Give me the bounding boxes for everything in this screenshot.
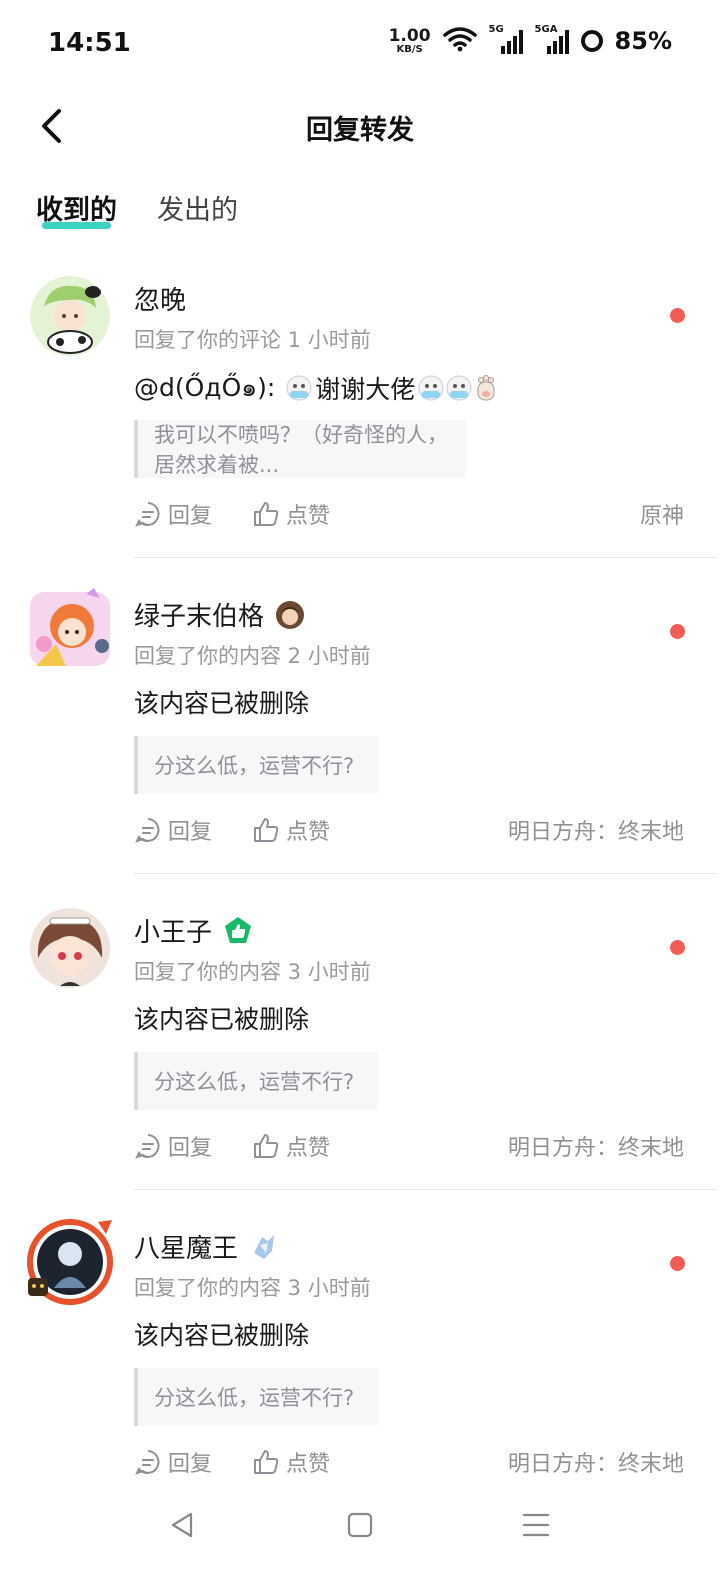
username[interactable]: 八星魔王 [134, 1228, 238, 1265]
triangle-back-icon [171, 1512, 193, 1538]
status-icons: 1.00 KB/S 5G 5GA 85% [388, 24, 672, 56]
reply-label: 回复 [168, 820, 213, 845]
reply-label: 回复 [168, 1452, 213, 1477]
comment-icon [135, 502, 160, 527]
source-game[interactable]: 明日方舟：终末地 [508, 1130, 684, 1162]
unread-dot [670, 308, 685, 323]
username[interactable]: 绿子末伯格 [134, 596, 264, 633]
source-game[interactable]: 明日方舟：终末地 [508, 1446, 684, 1478]
reply-content: 该内容已被删除 [134, 1005, 310, 1034]
battery-icon [580, 30, 603, 52]
network-speed-value: 1.00 [388, 25, 431, 46]
unread-dot [670, 624, 685, 639]
thumbs-up-icon [254, 1450, 279, 1474]
battery-level: 85% [614, 27, 672, 55]
quoted-comment[interactable]: 我可以不喷吗？（好奇怪的人，居然求着被... [134, 420, 466, 478]
thumbs-up-icon [254, 1134, 279, 1158]
comment-icon [135, 1134, 160, 1159]
unread-dot [670, 940, 685, 955]
quoted-comment[interactable]: 分这么低，运营不行? [134, 1368, 378, 1426]
verified-like-badge-icon [222, 915, 254, 947]
like-button[interactable]: 点赞 [252, 1130, 330, 1162]
quoted-comment[interactable]: 分这么低，运营不行? [134, 736, 378, 794]
tab-received[interactable]: 收到的 [36, 188, 117, 229]
like-button[interactable]: 点赞 [252, 814, 330, 846]
like-label: 点赞 [286, 1452, 331, 1477]
avatar[interactable] [24, 1216, 116, 1308]
crying-emoji-icon [417, 374, 445, 402]
username[interactable]: 忽晚 [134, 280, 186, 317]
unread-dot [670, 1256, 685, 1271]
nav-back-button[interactable] [162, 1507, 202, 1543]
wifi-icon [442, 26, 477, 56]
comment-icon [135, 818, 160, 843]
status-bar: 14:51 1.00 KB/S 5G 5GA 85% [0, 0, 720, 90]
network-speed-unit: KB/S [396, 43, 423, 55]
reply-content: @d(ŐдŐ๑): 谢谢大佬 [134, 368, 499, 408]
reply-meta: 回复了你的内容 3 小时前 [134, 1276, 371, 1300]
reply-button[interactable]: 回复 [134, 1130, 212, 1162]
quoted-comment[interactable]: 分这么低，运营不行? [134, 1052, 378, 1110]
thumbs-up-icon [254, 502, 279, 526]
system-nav-bar [0, 1495, 720, 1575]
status-time: 14:51 [48, 28, 131, 58]
tab-sent[interactable]: 发出的 [157, 188, 238, 227]
crying-emoji-icon [285, 374, 313, 402]
reply-meta: 回复了你的评论 1 小时前 [134, 328, 371, 352]
character-badge-icon [248, 1231, 280, 1263]
menu-icon [522, 1513, 550, 1537]
tab-bar: 收到的 发出的 [36, 188, 238, 229]
username[interactable]: 小王子 [134, 912, 212, 949]
divider [134, 873, 716, 874]
signal-5g-icon: 5G [489, 24, 523, 54]
reply-meta: 回复了你的内容 3 小时前 [134, 960, 371, 984]
reply-label: 回复 [168, 1136, 213, 1161]
signal-5ga-icon: 5GA [535, 24, 569, 54]
like-button[interactable]: 点赞 [252, 1446, 330, 1478]
avatar[interactable] [30, 908, 110, 988]
page-title: 回复转发 [306, 115, 414, 146]
divider [134, 557, 716, 558]
reply-label: 回复 [168, 504, 213, 529]
reply-content: 该内容已被删除 [134, 689, 310, 718]
reply-content: 该内容已被删除 [134, 1321, 310, 1350]
nav-home-button[interactable] [340, 1507, 380, 1543]
reply-button[interactable]: 回复 [134, 1446, 212, 1478]
comment-icon [135, 1450, 160, 1475]
reply-meta: 回复了你的内容 2 小时前 [134, 644, 371, 668]
avatar[interactable] [30, 276, 110, 356]
like-label: 点赞 [286, 504, 331, 529]
network-speed: 1.00 KB/S [388, 25, 431, 55]
avatar[interactable] [26, 586, 114, 674]
reply-button[interactable]: 回复 [134, 498, 212, 530]
nav-menu-button[interactable] [516, 1507, 556, 1543]
like-label: 点赞 [286, 1136, 331, 1161]
reply-button[interactable]: 回复 [134, 814, 212, 846]
header: 回复转发 [0, 90, 720, 162]
character-badge-icon [274, 599, 306, 631]
like-button[interactable]: 点赞 [252, 498, 330, 530]
cat-paw-emoji-icon [473, 374, 499, 402]
divider [134, 1189, 716, 1190]
crying-emoji-icon [445, 374, 473, 402]
like-label: 点赞 [286, 820, 331, 845]
square-home-icon [347, 1512, 373, 1538]
source-game[interactable]: 原神 [640, 498, 684, 530]
source-game[interactable]: 明日方舟：终末地 [508, 814, 684, 846]
thumbs-up-icon [254, 818, 279, 842]
